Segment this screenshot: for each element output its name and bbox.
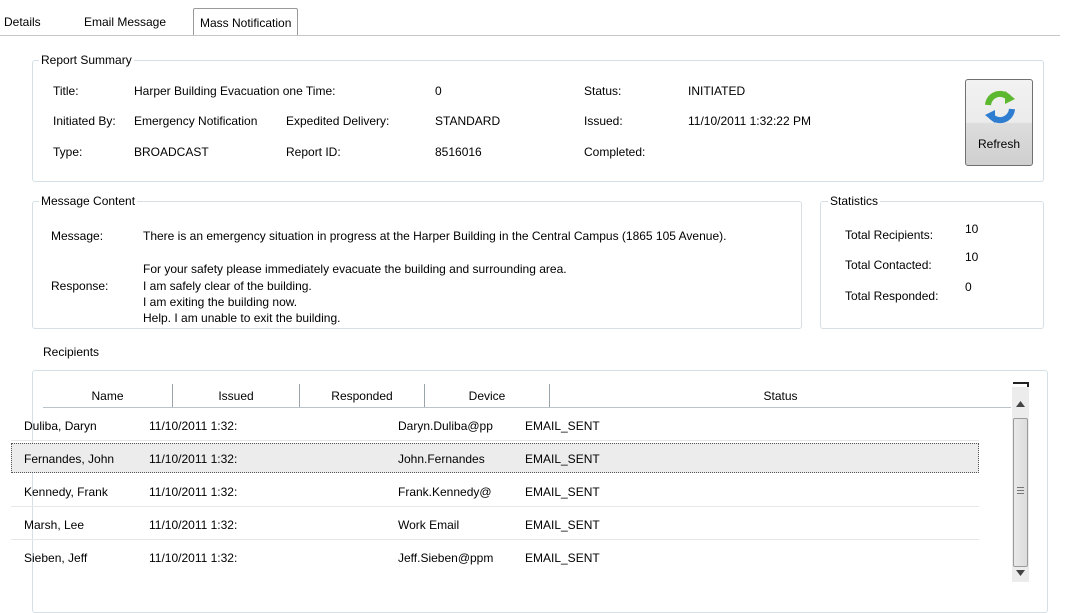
time-value: 0 (435, 84, 442, 98)
cell-issued: 11/10/2011 1:32: (149, 452, 238, 466)
response-option: I am safely clear of the building. (143, 279, 312, 293)
cell-issued: 11/10/2011 1:32: (149, 485, 238, 499)
column-header-status[interactable]: Status (550, 384, 1011, 408)
cell-device: Frank.Kennedy@ (398, 485, 492, 499)
scroll-down-arrow-icon[interactable] (1016, 570, 1025, 576)
cell-name: Fernandes, John (24, 452, 115, 466)
recipients-label: Recipients (43, 345, 100, 359)
cell-name: Marsh, Lee (24, 518, 85, 532)
cell-status: EMAIL_SENT (525, 551, 600, 565)
scrollbar-grip-icon (1017, 487, 1024, 494)
total-responded-value: 0 (965, 280, 972, 294)
cell-responded (276, 510, 391, 540)
cell-responded (276, 411, 391, 441)
report-id-label: Report ID: (286, 145, 341, 159)
total-responded-label: Total Responded: (845, 289, 939, 303)
message-line-1: There is an emergency situation in progr… (143, 229, 727, 243)
message-content-legend: Message Content (39, 194, 138, 208)
cell-status: EMAIL_SENT (525, 518, 600, 532)
cell-issued: 11/10/2011 1:32: (149, 551, 238, 565)
table-row[interactable]: Kennedy, Frank 11/10/2011 1:32: Frank.Ke… (11, 477, 979, 507)
title-value: Harper Building Evacuation one Time: (134, 84, 336, 98)
total-contacted-label: Total Contacted: (845, 258, 932, 272)
message-line-2: For your safety please immediately evacu… (143, 262, 567, 276)
response-option: I am exiting the building now. (143, 295, 298, 309)
message-label: Message: (51, 229, 104, 243)
refresh-button[interactable]: Refresh (965, 79, 1033, 166)
column-header-name[interactable]: Name (43, 384, 173, 408)
status-value: INITIATED (688, 84, 746, 98)
column-header-issued[interactable]: Issued (173, 384, 300, 408)
cell-name: Duliba, Daryn (24, 419, 97, 433)
issued-label: Issued: (584, 114, 623, 128)
cell-responded (276, 444, 391, 474)
statistics-legend: Statistics (828, 194, 881, 208)
column-header-responded[interactable]: Responded (300, 384, 425, 408)
column-header-device[interactable]: Device (425, 384, 550, 408)
completed-label: Completed: (584, 145, 646, 159)
report-summary-legend: Report Summary (39, 53, 134, 67)
total-recipients-label: Total Recipients: (845, 228, 934, 242)
table-row[interactable]: Sieben, Jeff 11/10/2011 1:32: Jeff.Siebe… (11, 543, 979, 573)
cell-device: John.Fernandes (398, 452, 485, 466)
total-contacted-value: 10 (965, 250, 979, 264)
cell-device: Work Email (398, 518, 460, 532)
total-recipients-value: 10 (965, 222, 979, 236)
cell-name: Sieben, Jeff (24, 551, 88, 565)
grid-header-divider (43, 407, 1011, 408)
cell-issued: 11/10/2011 1:32: (149, 419, 238, 433)
expedited-delivery-label: Expedited Delivery: (286, 114, 390, 128)
tab-divider (0, 35, 1060, 36)
scroll-up-arrow-icon[interactable] (1016, 401, 1025, 407)
vertical-scrollbar[interactable] (1012, 387, 1029, 582)
title-label: Title: (53, 84, 79, 98)
grid-header: Name Issued Responded Device Status (43, 384, 1011, 408)
status-label: Status: (584, 84, 622, 98)
refresh-icon (985, 90, 1015, 124)
cell-responded (276, 477, 391, 507)
response-option: Help. I am unable to exit the building. (143, 311, 341, 325)
cell-status: EMAIL_SENT (525, 419, 600, 433)
table-row-selected[interactable]: Fernandes, John 11/10/2011 1:32: John.Fe… (11, 443, 979, 473)
type-label: Type: (53, 145, 83, 159)
initiated-by-label: Initiated By: (53, 114, 116, 128)
cell-issued: 11/10/2011 1:32: (149, 518, 238, 532)
table-row[interactable]: Duliba, Daryn 11/10/2011 1:32: Daryn.Dul… (11, 411, 979, 441)
issued-value: 11/10/2011 1:32:22 PM (688, 114, 811, 128)
tab-mass-notification[interactable]: Mass Notification (193, 8, 299, 36)
cell-status: EMAIL_SENT (525, 485, 600, 499)
cell-responded (276, 543, 391, 573)
tab-email-message[interactable]: Email Message (84, 10, 166, 35)
cell-device: Jeff.Sieben@ppm (398, 551, 494, 565)
report-id-value: 8516016 (435, 145, 482, 159)
response-label: Response: (51, 279, 109, 293)
scrollbar-thumb[interactable] (1013, 418, 1028, 567)
cell-name: Kennedy, Frank (24, 485, 108, 499)
refresh-label: Refresh (977, 137, 1021, 151)
cell-status: EMAIL_SENT (525, 452, 600, 466)
cell-device: Daryn.Duliba@pp (398, 419, 493, 433)
expedited-delivery-value: STANDARD (435, 114, 501, 128)
initiated-by-value: Emergency Notification (134, 114, 258, 128)
tab-bar: Details Email Message Mass Notification (0, 0, 1067, 36)
table-row[interactable]: Marsh, Lee 11/10/2011 1:32: Work Email E… (11, 510, 979, 540)
type-value: BROADCAST (134, 145, 209, 159)
tab-details[interactable]: Details (4, 10, 41, 35)
